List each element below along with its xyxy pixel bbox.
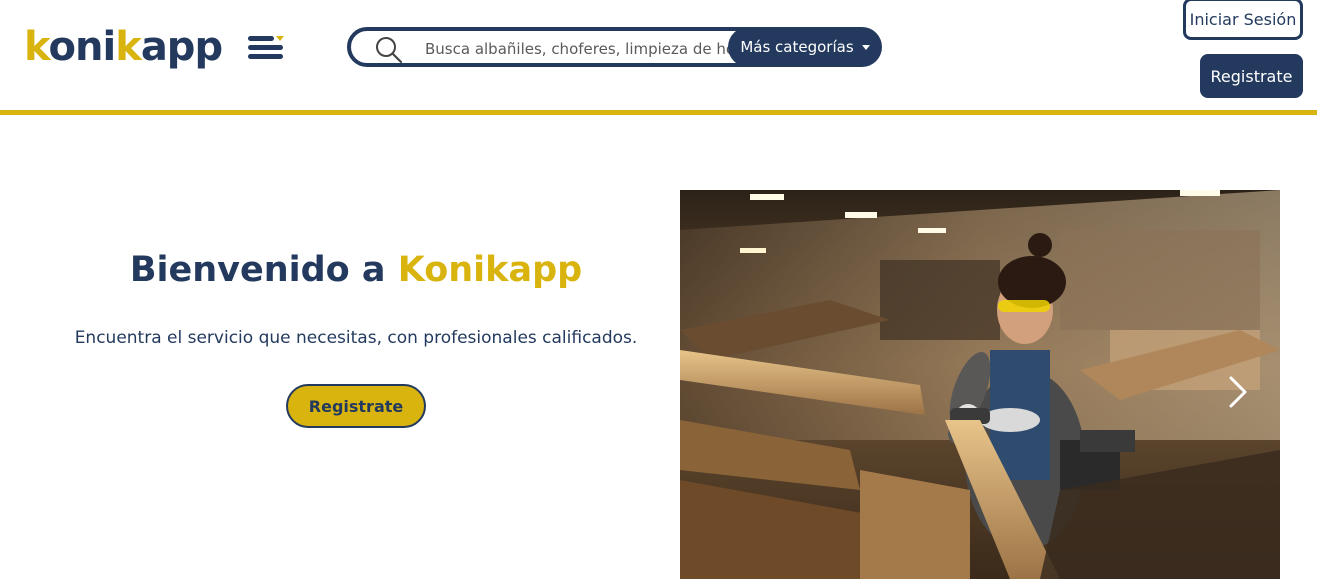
search-bar: Más categorías (347, 27, 882, 67)
image-carousel (680, 190, 1280, 579)
hero-register-button[interactable]: Registrate (286, 384, 426, 428)
workshop-photo (680, 190, 1280, 579)
site-header: konikapp Más categorías Iniciar Sesión R… (0, 0, 1317, 115)
search-icon[interactable] (375, 36, 403, 64)
register-button[interactable]: Registrate (1200, 54, 1303, 98)
hero-subtitle: Encuentra el servicio que necesitas, con… (74, 328, 638, 348)
more-categories-dropdown[interactable]: Más categorías (728, 27, 882, 67)
hero-title: Bienvenido a Konikapp (129, 250, 583, 290)
hamburger-menu-icon[interactable] (246, 33, 286, 63)
login-button[interactable]: Iniciar Sesión (1183, 0, 1303, 40)
caret-down-icon (861, 44, 870, 50)
chevron-right-icon[interactable] (1226, 374, 1250, 410)
search-input[interactable] (425, 37, 731, 61)
konikapp-logo[interactable]: konikapp (24, 22, 223, 72)
